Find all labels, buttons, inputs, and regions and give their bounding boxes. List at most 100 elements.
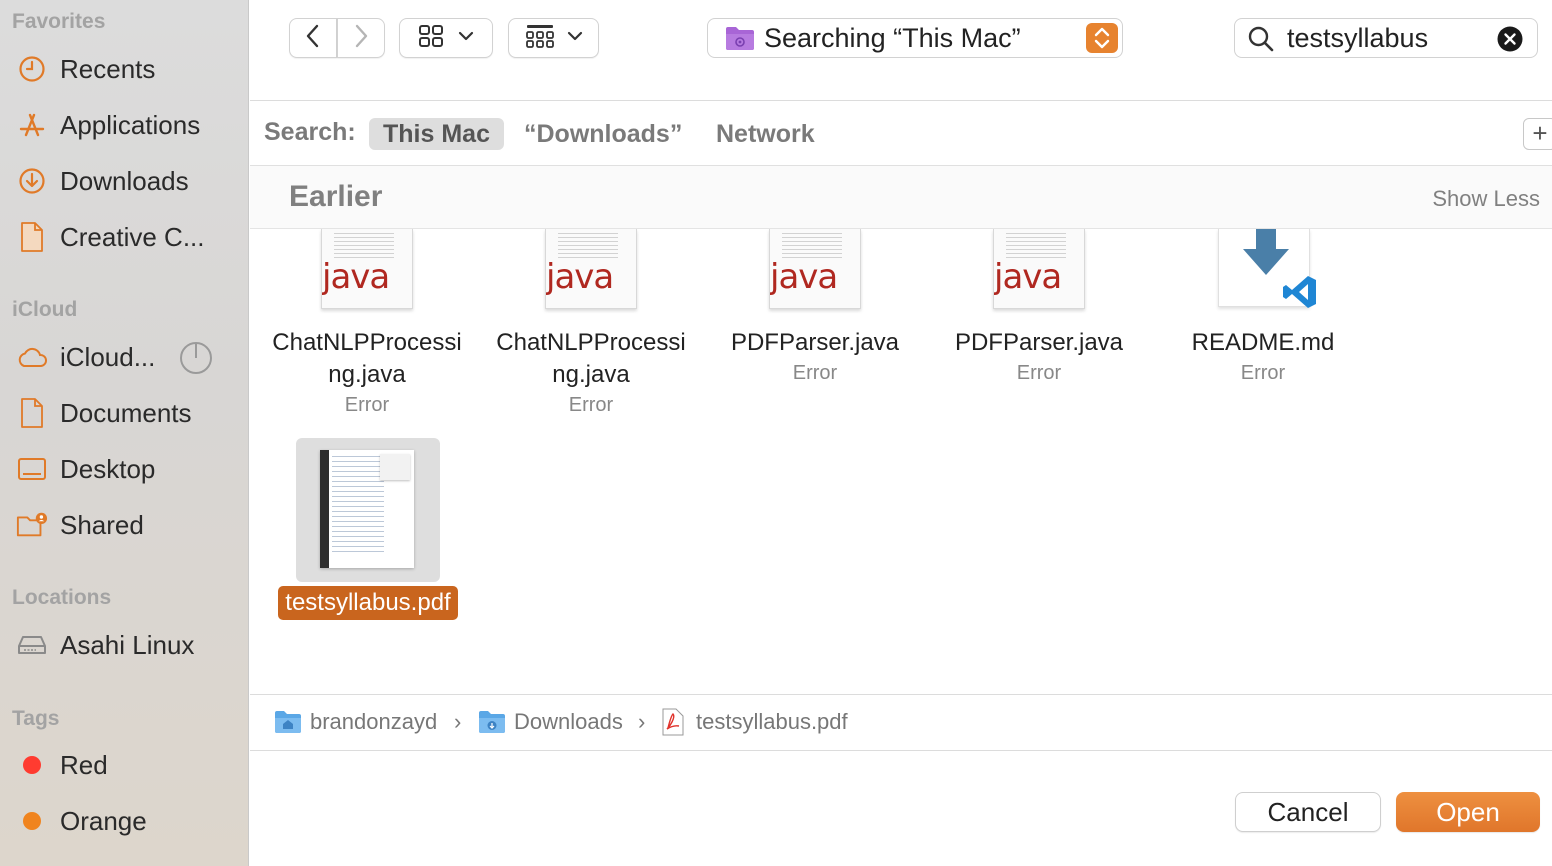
group-grid-icon <box>525 24 555 53</box>
plus-icon: + <box>1532 118 1548 148</box>
file-name-line2: ng.java <box>328 361 406 388</box>
sidebar-item-label: Creative C... <box>60 221 205 252</box>
sidebar-item-icloud-drive[interactable]: iCloud... <box>0 335 249 379</box>
file-status: Error <box>792 362 838 384</box>
file-name-selected: testsyllabus.pdf <box>278 586 458 620</box>
sidebar-item-recents[interactable]: Recents <box>0 47 249 91</box>
cancel-button[interactable]: Cancel <box>1235 792 1381 832</box>
sidebar-item-label: iCloud... <box>60 341 156 372</box>
tags-section-title: Tags <box>12 707 60 730</box>
icon-grid-icon <box>418 24 444 53</box>
file-name: PDFParser.java <box>730 329 900 356</box>
file-status: Error <box>1240 362 1286 384</box>
sidebar-item-downloads[interactable]: Downloads <box>0 159 249 203</box>
code-lines <box>1006 233 1066 259</box>
file-item-chatnlp-2[interactable]: ChatNLPProcessi ng.java Error <box>479 327 703 419</box>
drive-icon <box>16 631 48 659</box>
java-badge: java <box>322 257 390 297</box>
favorites-section-title: Favorites <box>12 10 106 33</box>
file-item-readme[interactable]: README.md Error <box>1151 327 1375 387</box>
markdown-file-thumbnail[interactable] <box>1218 229 1316 308</box>
open-button[interactable]: Open <box>1396 792 1540 832</box>
file-name: PDFParser.java <box>954 329 1124 356</box>
sidebar-tag-red[interactable]: Red <box>0 743 249 787</box>
java-file-thumbnail[interactable]: java <box>321 229 413 309</box>
pdf-thumbnail-selection[interactable] <box>296 438 440 582</box>
sidebar-tag-orange[interactable]: Orange <box>0 799 249 843</box>
code-lines <box>782 233 842 259</box>
code-lines <box>558 233 618 259</box>
file-name: README.md <box>1191 329 1335 356</box>
file-name-line1: ChatNLPProcessi <box>272 329 462 356</box>
show-less-button[interactable]: Show Less <box>1432 186 1540 212</box>
view-mode-button[interactable] <box>399 18 493 58</box>
java-file-thumbnail[interactable]: java <box>993 229 1085 309</box>
file-item-pdfparser-1[interactable]: PDFParser.java Error <box>703 327 927 387</box>
java-file-thumbnail[interactable]: java <box>769 229 861 309</box>
back-button[interactable] <box>289 18 337 58</box>
code-lines <box>334 233 394 259</box>
document-icon <box>16 222 48 252</box>
group-title: Earlier <box>289 180 383 213</box>
sidebar-item-label: Applications <box>60 109 201 140</box>
sidebar-item-documents[interactable]: Documents <box>0 391 249 435</box>
downloads-icon <box>16 167 48 195</box>
sidebar-item-label: Downloads <box>60 165 189 196</box>
sidebar-item-label: Documents <box>60 397 192 428</box>
file-name-line1: ChatNLPProcessi <box>496 329 686 356</box>
location-label: Searching “This Mac” <box>764 23 1021 53</box>
sidebar: Favorites Recents Applications Downloads… <box>0 0 249 866</box>
sidebar-item-applications[interactable]: Applications <box>0 103 249 147</box>
sidebar-item-asahi-linux[interactable]: Asahi Linux <box>0 623 249 667</box>
sidebar-item-creative-cloud[interactable]: Creative C... <box>0 215 249 259</box>
applications-icon <box>16 111 48 139</box>
shared-folder-icon <box>16 511 48 539</box>
chevron-down-icon <box>567 29 583 47</box>
path-crumb-home[interactable]: brandonzayd <box>310 709 437 735</box>
file-name-line2: ng.java <box>552 361 630 388</box>
group-by-button[interactable] <box>508 18 599 58</box>
location-popup[interactable]: Searching “This Mac” <box>707 18 1123 58</box>
path-chevron-icon: › <box>638 709 646 734</box>
path-bar: brandonzayd › Downloads › testsyllabus.p… <box>250 695 1552 750</box>
sidebar-item-label: Red <box>60 749 108 780</box>
java-badge: java <box>546 257 614 297</box>
scope-this-mac[interactable]: This Mac <box>369 118 504 150</box>
search-input[interactable] <box>1287 23 1487 53</box>
updown-chevron-icon <box>1086 23 1118 53</box>
path-chevron-icon: › <box>454 709 462 734</box>
sidebar-item-shared[interactable]: Shared <box>0 503 249 547</box>
chevron-down-icon <box>458 29 474 47</box>
toolbar-divider <box>250 100 1552 101</box>
sync-progress-icon <box>179 341 213 380</box>
pdf-page-preview <box>320 450 414 568</box>
java-badge: java <box>770 257 838 297</box>
scope-network[interactable]: Network <box>716 118 815 150</box>
file-item-pdfparser-2[interactable]: PDFParser.java Error <box>927 327 1151 387</box>
java-file-thumbnail[interactable]: java <box>545 229 637 309</box>
forward-button[interactable] <box>337 18 385 58</box>
chevron-left-icon <box>305 23 321 54</box>
locations-section-title: Locations <box>12 586 112 609</box>
search-field[interactable] <box>1234 18 1538 58</box>
icloud-section-title: iCloud <box>12 298 78 321</box>
group-header: Earlier Show Less <box>250 166 1552 229</box>
sidebar-item-desktop[interactable]: Desktop <box>0 447 249 491</box>
sidebar-item-label: Shared <box>60 509 144 540</box>
clear-search-icon[interactable] <box>1497 26 1523 57</box>
add-criteria-button[interactable]: + <box>1523 118 1552 150</box>
file-item-chatnlp-1[interactable]: ChatNLPProcessi ng.java Error <box>255 327 479 419</box>
file-item-testsyllabus-pdf[interactable]: testsyllabus.pdf <box>256 586 480 620</box>
sidebar-item-label: Recents <box>60 53 156 84</box>
sidebar-item-label: Asahi Linux <box>60 629 195 660</box>
clock-icon <box>16 55 48 83</box>
search-icon <box>1247 25 1275 58</box>
path-crumb-downloads[interactable]: Downloads <box>514 709 623 735</box>
file-status: Error <box>1016 362 1062 384</box>
orange-tag-dot-icon <box>16 807 48 835</box>
search-scope-label: Search: <box>264 118 356 146</box>
scope-downloads[interactable]: “Downloads” <box>524 118 682 150</box>
path-bar-divider-bottom <box>250 750 1552 751</box>
pdf-file-icon <box>662 708 684 741</box>
path-crumb-file[interactable]: testsyllabus.pdf <box>696 709 848 735</box>
